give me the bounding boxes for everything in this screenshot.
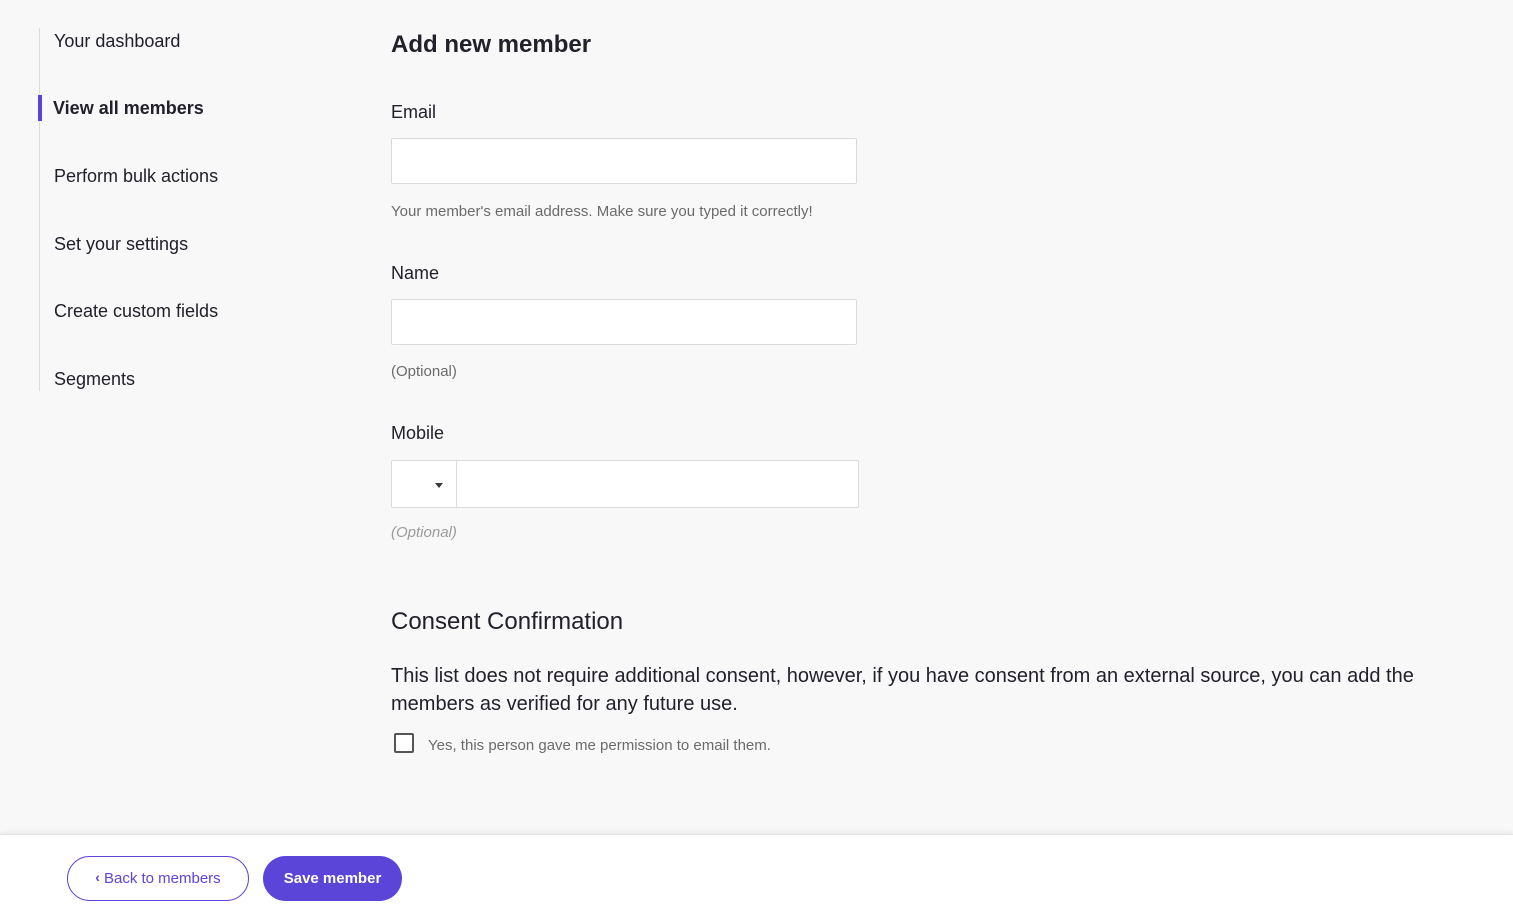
sidebar-item-bulk-actions[interactable]: Perform bulk actions [40, 163, 218, 189]
name-label: Name [391, 263, 440, 283]
email-label: Email [391, 102, 437, 122]
mobile-hint: (Optional) [391, 524, 457, 541]
caret-down-icon [435, 483, 443, 488]
sidebar-item-view-all-members[interactable]: View all members [38, 95, 204, 121]
sidebar-nav: Your dashboard View all members Perform … [38, 28, 340, 392]
sidebar-item-segments[interactable]: Segments [40, 366, 135, 392]
email-field[interactable] [391, 138, 857, 184]
chevron-left-icon: ‹ [95, 868, 100, 885]
mobile-field-group [391, 460, 859, 508]
consent-checkbox-label[interactable]: Yes, this person gave me permission to e… [428, 737, 771, 754]
form-footer: ‹ Back to members Save member [0, 834, 1513, 921]
consent-checkbox[interactable] [394, 733, 414, 753]
name-hint: (Optional) [391, 363, 457, 380]
save-button-label: Save member [283, 870, 382, 887]
sidebar-item-settings[interactable]: Set your settings [40, 231, 188, 257]
back-button-label: Back to members [103, 870, 221, 887]
back-to-members-button[interactable]: ‹ Back to members [67, 856, 249, 901]
country-code-select[interactable] [392, 461, 457, 507]
email-hint: Your member's email address. Make sure y… [391, 203, 813, 220]
mobile-number-input[interactable] [457, 461, 858, 507]
consent-title: Consent Confirmation [391, 608, 624, 635]
sidebar-item-custom-fields[interactable]: Create custom fields [40, 298, 218, 324]
consent-description: This list does not require additional co… [391, 665, 1414, 715]
page-title: Add new member [391, 31, 592, 58]
mobile-label: Mobile [391, 423, 445, 443]
sidebar-item-dashboard[interactable]: Your dashboard [40, 28, 180, 54]
name-field[interactable] [391, 299, 857, 345]
save-member-button[interactable]: Save member [263, 856, 402, 901]
